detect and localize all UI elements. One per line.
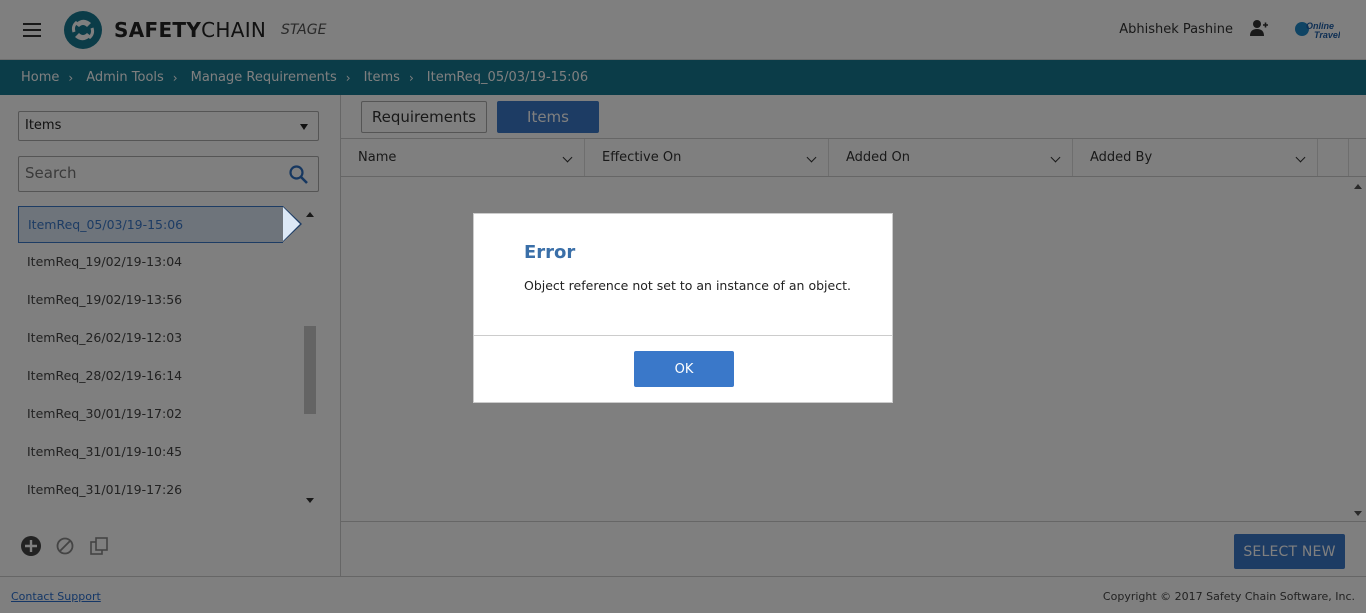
error-dialog: Error Object reference not set to an ins… [473,213,893,403]
ok-button[interactable]: OK [634,351,734,387]
dialog-divider [474,335,892,336]
dialog-title: Error [524,242,576,263]
dialog-message: Object reference not set to an instance … [524,278,851,293]
